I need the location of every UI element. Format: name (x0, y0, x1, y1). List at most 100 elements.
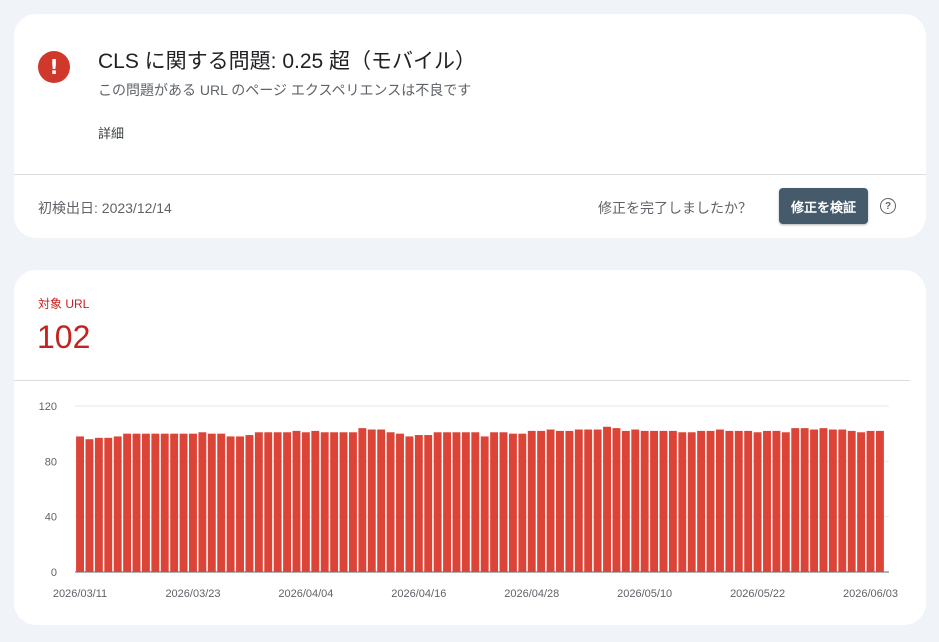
chart-bar[interactable] (104, 437, 113, 572)
chart-bar[interactable] (791, 428, 800, 572)
x-tick-label: 2026/04/16 (391, 588, 446, 600)
chart-bar[interactable] (311, 430, 320, 572)
chart-bar[interactable] (320, 432, 329, 572)
chart-bar[interactable] (574, 429, 583, 572)
chart-bar[interactable] (292, 430, 301, 572)
chart-bar[interactable] (565, 430, 574, 572)
chart-bar[interactable] (461, 432, 470, 572)
chart-bar[interactable] (424, 435, 433, 572)
chart-bar[interactable] (857, 432, 866, 572)
chart-bar[interactable] (151, 433, 160, 572)
chart-bar[interactable] (584, 429, 593, 572)
chart-bar[interactable] (170, 433, 179, 572)
chart-bar[interactable] (480, 436, 489, 572)
chart-bar[interactable] (189, 433, 197, 572)
details-link[interactable]: 詳細 (98, 123, 124, 142)
chart-bar[interactable] (847, 430, 856, 572)
chart-bar[interactable] (640, 430, 649, 572)
chart-bar[interactable] (85, 439, 94, 572)
chart-bar[interactable] (141, 433, 150, 572)
chart-bar[interactable] (687, 432, 696, 572)
x-tick-label: 2026/06/03 (843, 588, 898, 600)
chart-bar[interactable] (734, 430, 743, 572)
chart-bar[interactable] (76, 436, 84, 572)
chart-bar[interactable] (763, 430, 771, 572)
chart-bar[interactable] (537, 430, 546, 572)
chart-bar[interactable] (490, 432, 499, 572)
affected-urls-chart: 04080120 2026/03/11 2026/03/23 2026/04/04 2… (39, 401, 898, 600)
chart-bar[interactable] (452, 432, 461, 572)
chart-bar[interactable] (273, 432, 282, 572)
chart-bar[interactable] (217, 433, 226, 572)
y-tick-label: 120 (39, 401, 57, 413)
chart-bar[interactable] (330, 432, 339, 572)
chart-bar[interactable] (264, 432, 273, 572)
chart-bar[interactable] (810, 429, 819, 572)
issue-divider (14, 174, 926, 175)
chart-bar[interactable] (668, 430, 677, 572)
chart-bar[interactable] (499, 432, 508, 572)
chart-bar[interactable] (207, 433, 216, 572)
x-tick-label: 2026/04/28 (504, 588, 559, 600)
chart-bar[interactable] (603, 426, 611, 572)
chart-bar[interactable] (396, 433, 404, 572)
chart-bar[interactable] (198, 432, 207, 572)
chart-bar[interactable] (254, 432, 263, 572)
chart-bar[interactable] (226, 436, 235, 572)
chart-bar[interactable] (838, 429, 847, 572)
chart-bar[interactable] (725, 430, 734, 572)
chart-bar[interactable] (593, 429, 602, 572)
chart-bar[interactable] (358, 428, 367, 572)
x-tick-label: 2026/03/11 (53, 588, 107, 600)
chart-bar[interactable] (113, 436, 122, 572)
help-icon[interactable]: ? (880, 198, 896, 214)
chart-bar[interactable] (556, 430, 564, 572)
chart-bar[interactable] (283, 432, 292, 572)
chart-bar[interactable] (179, 433, 188, 572)
chart-bar[interactable] (349, 432, 357, 572)
chart-bar[interactable] (828, 429, 837, 572)
x-tick-label: 2026/03/23 (165, 588, 220, 600)
issue-card: ! CLS に関する問題: 0.25 超（モバイル） この問題がある URL の… (14, 14, 926, 238)
chart-bar[interactable] (678, 432, 687, 572)
chart-bar[interactable] (160, 433, 169, 572)
chart-bar[interactable] (781, 432, 790, 572)
chart-bar[interactable] (612, 428, 621, 572)
chart-bar[interactable] (301, 432, 310, 572)
chart-bar[interactable] (659, 430, 668, 572)
chart-bar[interactable] (471, 432, 480, 572)
chart-bar[interactable] (706, 430, 715, 572)
chart-bar[interactable] (339, 432, 348, 572)
chart-bar[interactable] (621, 430, 630, 572)
chart-bar[interactable] (518, 433, 527, 572)
issue-title: CLS に関する問題: 0.25 超（モバイル） (98, 50, 477, 73)
chart-bar[interactable] (377, 429, 386, 572)
affected-urls-card: 対象 URL 102 0 40 80 120 2026/03/11 2026/03/23… (14, 270, 926, 625)
chart-bar[interactable] (866, 430, 875, 572)
chart-bar[interactable] (132, 433, 141, 572)
chart-bar[interactable] (716, 429, 724, 572)
chart-bar[interactable] (527, 430, 536, 572)
chart-bar[interactable] (367, 429, 376, 572)
chart-bar[interactable] (405, 436, 414, 572)
chart-bar[interactable] (508, 433, 517, 572)
chart-bar[interactable] (650, 430, 659, 572)
chart-bar[interactable] (875, 430, 884, 572)
chart-bar[interactable] (744, 430, 753, 572)
validate-fix-button[interactable]: 修正を検証 (779, 188, 868, 224)
chart-bar[interactable] (386, 432, 395, 572)
chart-bar[interactable] (414, 435, 423, 572)
chart-bar[interactable] (546, 429, 555, 572)
chart-bar[interactable] (236, 436, 244, 572)
chart-bar[interactable] (443, 432, 451, 572)
chart-bar[interactable] (245, 435, 254, 572)
chart-bar[interactable] (94, 437, 103, 572)
chart-bar[interactable] (800, 428, 809, 572)
chart-bar[interactable] (753, 432, 762, 572)
chart-bar[interactable] (697, 430, 706, 572)
chart-bar[interactable] (123, 433, 132, 572)
chart-bar[interactable] (631, 429, 640, 572)
chart-bar[interactable] (772, 430, 781, 572)
chart-bar[interactable] (819, 428, 828, 572)
chart-bar[interactable] (433, 432, 442, 572)
